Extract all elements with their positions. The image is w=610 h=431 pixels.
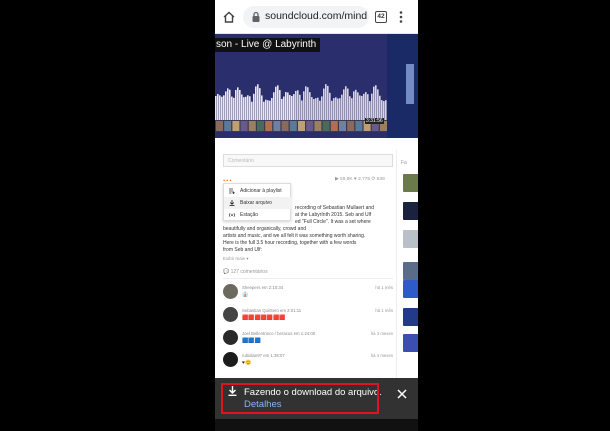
system-nav-strip xyxy=(215,419,418,431)
description-line: ed "Full Circle". It was a set where xyxy=(295,219,371,225)
description-line: from Seb and Ulf: xyxy=(223,247,262,253)
sidebar-header: Fa xyxy=(401,160,407,166)
menu-item-station[interactable]: Estação xyxy=(224,209,292,221)
avatar[interactable] xyxy=(223,330,238,345)
comment-text: 🟦🟦🟦 xyxy=(242,338,261,344)
comment-author[interactable]: rubidian97 em 1:38:07 xyxy=(242,353,285,358)
comment-count: 💬 127 comentários xyxy=(223,269,268,275)
avatar[interactable] xyxy=(223,307,238,322)
avatar[interactable] xyxy=(223,284,238,299)
comment-author[interactable]: Sebastian Quintero em 2:01:11 xyxy=(242,308,301,313)
comment-time: há 1 mês xyxy=(375,308,393,313)
description-line: at the LabyrInth 2015. Seb and Ulf xyxy=(295,212,372,218)
related-track-thumb[interactable] xyxy=(403,174,418,192)
related-track-thumb[interactable] xyxy=(403,334,418,352)
phone-screen: soundcloud.com/mind 42 son - Live @ Laby… xyxy=(215,0,418,431)
comment-text: 👔 xyxy=(242,292,249,298)
menu-item-label: Estação xyxy=(240,212,259,218)
related-track-thumb[interactable] xyxy=(403,230,418,248)
comment-item: Sebastian Quintero em 2:01:11 🟥🟥🟥🟥🟥🟥🟥 há… xyxy=(223,307,393,329)
menu-item-add-to-playlist[interactable]: Adicionar à playlist xyxy=(224,185,292,197)
station-icon xyxy=(229,212,235,218)
track-title: son - Live @ Labyrinth xyxy=(215,38,321,52)
related-tracks-sidebar: Fa xyxy=(396,150,418,380)
description-line: beautifully and organically, crowd and xyxy=(223,226,307,232)
comment-text: ♥😊 xyxy=(242,360,252,366)
url-text[interactable]: soundcloud.com/mind xyxy=(265,10,367,22)
comment-item: Sheepers em 2:10:34 👔 há 1 mês xyxy=(223,284,393,306)
right-black-bar xyxy=(418,0,610,431)
track-hero: son - Live @ Labyrinth xyxy=(215,34,387,138)
overflow-menu-icon[interactable] xyxy=(398,10,404,24)
related-track-thumb[interactable] xyxy=(403,202,418,220)
left-black-bar xyxy=(0,0,215,431)
more-menu: Adicionar à playlist Baixar arquivo Esta… xyxy=(223,183,292,221)
menu-item-label: Baixar arquivo xyxy=(240,200,272,206)
screenshot-stage: soundcloud.com/mind 42 son - Live @ Laby… xyxy=(0,0,610,431)
comment-time: há 4 meses xyxy=(370,353,393,358)
hero-side-image xyxy=(387,34,418,138)
show-more-link[interactable]: Exibir mais ▾ xyxy=(223,256,249,262)
related-track-thumb[interactable] xyxy=(403,308,418,326)
download-snackbar: Fazendo o download do arquivo. Detalhes xyxy=(215,378,418,419)
description-line: Here is the full 3.5 hour recording, tog… xyxy=(223,240,357,246)
download-icon xyxy=(229,200,235,206)
track-duration: 3:31:56 xyxy=(365,118,384,124)
comment-input[interactable]: Comentário xyxy=(223,154,393,167)
comment-author[interactable]: Sheepers em 2:10:34 xyxy=(242,285,283,290)
comment-text: 🟥🟥🟥🟥🟥🟥🟥 xyxy=(242,315,286,321)
divider xyxy=(223,278,393,279)
comment-item: rubidian97 em 1:38:07 ♥😊 há 4 meses xyxy=(223,352,393,374)
related-track-thumb[interactable] xyxy=(403,280,418,298)
related-track-thumb[interactable] xyxy=(403,262,418,280)
track-stats: ▶ 59,8K ♥ 2.776 ⟳ 538 xyxy=(335,177,385,182)
close-icon[interactable] xyxy=(396,388,408,400)
home-icon[interactable] xyxy=(222,10,236,24)
description-line: recording of Sebastian Mullaert and xyxy=(295,205,374,211)
browser-toolbar: soundcloud.com/mind 42 xyxy=(215,0,418,34)
description-line: artists and music, and we all felt it wa… xyxy=(223,233,366,239)
menu-item-download[interactable]: Baixar arquivo xyxy=(224,197,292,209)
comment-item: Joel Bellentrieco / heracus em 1:24:00 🟦… xyxy=(223,330,393,352)
playlist-add-icon xyxy=(229,188,235,194)
tab-switcher-button[interactable]: 42 xyxy=(375,11,387,23)
lock-icon[interactable] xyxy=(251,11,261,23)
comment-author[interactable]: Joel Bellentrieco / heracus em 1:24:00 xyxy=(242,331,315,336)
comment-time: há 3 meses xyxy=(370,331,393,336)
comment-time: há 1 mês xyxy=(375,285,393,290)
avatar[interactable] xyxy=(223,352,238,367)
highlight-box xyxy=(221,383,379,414)
menu-item-label: Adicionar à playlist xyxy=(240,188,282,194)
